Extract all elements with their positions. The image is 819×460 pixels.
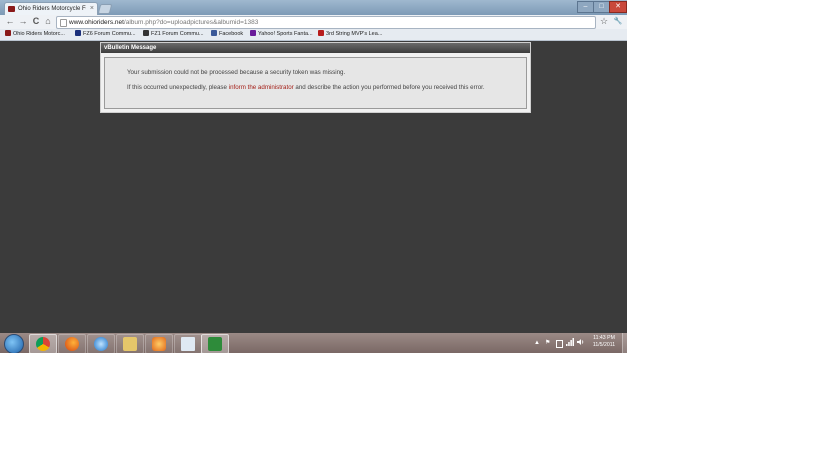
url-host: www.ohioriders.net — [69, 19, 124, 26]
taskbar-notepad-button[interactable] — [174, 334, 202, 353]
taskbar-excel-button[interactable] — [201, 334, 229, 353]
taskbar-ie-button[interactable] — [87, 334, 115, 353]
back-button[interactable]: ← — [5, 16, 15, 27]
taskbar-explorer-button[interactable] — [116, 334, 144, 353]
notepad-icon — [181, 337, 195, 351]
minimize-button[interactable]: – — [577, 1, 594, 13]
bookmark-item[interactable]: FZ1 Forum Commu... — [143, 29, 204, 40]
show-desktop-button[interactable] — [622, 333, 627, 353]
volume-icon[interactable] — [577, 338, 585, 348]
taskbar-media-player-button[interactable] — [145, 334, 173, 353]
folder-icon — [123, 337, 137, 351]
wrench-menu-icon[interactable]: 🔧 — [613, 16, 623, 27]
tab-title: Ohio Riders Motorcycle Fo — [18, 6, 86, 12]
page-icon — [60, 19, 67, 27]
bookmark-item[interactable]: 3rd String MVP's Lea... — [318, 29, 382, 40]
firefox-icon — [65, 337, 79, 351]
clock-date: 11/5/2011 — [592, 342, 616, 348]
bookmark-favicon-icon — [5, 30, 11, 36]
tab-close-icon[interactable]: × — [90, 3, 94, 15]
system-clock[interactable]: 11:43 PM 11/5/2011 — [586, 335, 622, 349]
windows-taskbar: ▲ ⚑ 11:43 PM 11/5/2011 — [0, 333, 627, 353]
bookmark-favicon-icon — [318, 30, 324, 36]
title-bar: Ohio Riders Motorcycle Fo × – □ ✕ — [0, 0, 627, 16]
media-player-icon — [152, 337, 166, 351]
home-button[interactable]: ⌂ — [43, 16, 53, 27]
yahoo-icon — [250, 30, 256, 36]
show-hidden-icons-button[interactable]: ▲ — [534, 338, 540, 348]
forward-button[interactable]: → — [18, 16, 28, 27]
maximize-button[interactable]: □ — [593, 1, 610, 13]
browser-toolbar: ← → C ⌂ www.ohioriders.net/album.php?do=… — [0, 15, 627, 29]
taskbar-firefox-button[interactable] — [58, 334, 86, 353]
start-button[interactable] — [4, 334, 24, 353]
address-bar[interactable]: www.ohioriders.net/album.php?do=uploadpi… — [56, 16, 596, 29]
bookmark-item[interactable]: FZ6 Forum Commu... — [75, 29, 136, 40]
dialog-body: Your submission could not be processed b… — [104, 57, 527, 109]
close-window-button[interactable]: ✕ — [609, 1, 627, 13]
action-center-flag-icon[interactable]: ⚑ — [545, 338, 550, 348]
internet-explorer-icon — [94, 337, 108, 351]
new-tab-button[interactable] — [97, 4, 113, 14]
bookmark-favicon-icon — [143, 30, 149, 36]
error-help-text: If this occurred unexpectedly, please in… — [127, 84, 485, 91]
bookmark-item[interactable]: Facebook — [211, 29, 243, 40]
excel-icon — [208, 337, 222, 351]
screen: Ohio Riders Motorcycle Fo × – □ ✕ ← → C … — [0, 0, 627, 353]
battery-icon[interactable] — [556, 340, 563, 348]
facebook-icon — [211, 30, 217, 36]
error-message: Your submission could not be processed b… — [127, 69, 346, 76]
bookmark-item[interactable]: Ohio Riders Motorc... — [5, 29, 65, 40]
taskbar-chrome-button[interactable] — [29, 334, 57, 353]
bookmark-item[interactable]: Yahoo! Sports Fanta... — [250, 29, 313, 40]
site-favicon-icon — [8, 6, 15, 12]
reload-button[interactable]: C — [31, 16, 41, 27]
inform-administrator-link[interactable]: inform the administrator — [229, 84, 294, 91]
network-icon[interactable] — [566, 338, 574, 348]
bookmark-favicon-icon — [75, 30, 81, 36]
clock-time: 11:43 PM — [593, 335, 615, 341]
chrome-icon — [36, 337, 50, 351]
bookmarks-bar: Ohio Riders Motorc... FZ6 Forum Commu...… — [0, 29, 627, 41]
url-path: /album.php?do=uploadpictures&albumid=138… — [123, 19, 259, 26]
browser-tab[interactable]: Ohio Riders Motorcycle Fo × — [4, 2, 98, 16]
vbulletin-message-dialog: vBulletin Message Your submission could … — [100, 42, 531, 113]
dialog-header: vBulletin Message — [101, 43, 530, 53]
bookmark-star-icon[interactable]: ☆ — [599, 16, 609, 27]
